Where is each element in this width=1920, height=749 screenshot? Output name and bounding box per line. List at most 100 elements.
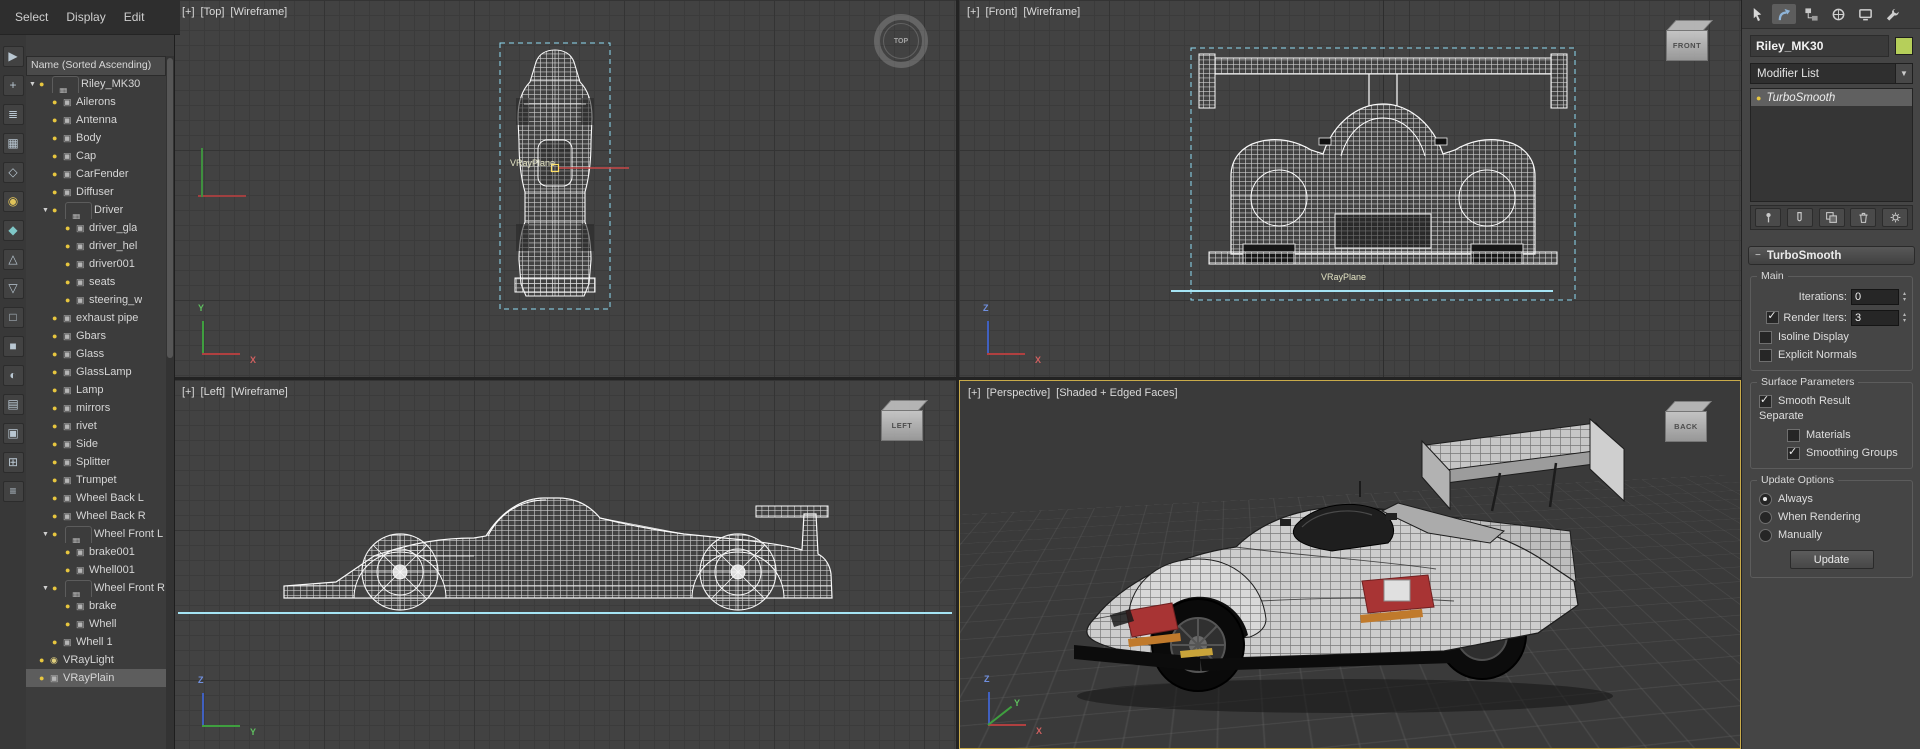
viewport-perspective[interactable]: [+] [Perspective] [Shaded + Edged Faces]… <box>959 380 1741 749</box>
sync-selection-icon[interactable]: + <box>2 75 24 96</box>
visibility-bulb-icon[interactable]: ● <box>65 619 76 629</box>
display-containers-icon[interactable]: ▣ <box>2 423 24 444</box>
visibility-bulb-icon[interactable]: ● <box>52 97 63 107</box>
visibility-bulb-icon[interactable]: ● <box>52 403 63 413</box>
pin-stack-icon[interactable] <box>1755 208 1781 227</box>
display-tab-icon[interactable] <box>1853 4 1877 24</box>
lock-cell-editing-icon[interactable]: ▶ <box>2 46 24 67</box>
display-hidden-icon[interactable]: ≡ <box>2 481 24 502</box>
make-unique-icon[interactable] <box>1818 208 1845 227</box>
update-button[interactable]: Update <box>1789 550 1874 569</box>
menu-select[interactable]: Select <box>6 6 57 28</box>
tree-item-wheel-back-r[interactable]: ▼●▣Wheel Back R <box>26 507 166 525</box>
expand-arrow-icon[interactable]: ▼ <box>42 207 52 214</box>
tree-item-wheel-back-l[interactable]: ▼●▣Wheel Back L <box>26 489 166 507</box>
object-name-field[interactable]: Riley_MK30 <box>1750 35 1889 57</box>
tree-item-glass[interactable]: ▼●▣Glass <box>26 345 166 363</box>
tree-item-vraylight[interactable]: ▼●◉VRayLight <box>26 651 166 669</box>
visibility-bulb-icon[interactable]: ● <box>52 367 63 377</box>
viewport-menu-plus[interactable]: [+] <box>967 6 980 18</box>
tree-item-glasslamp[interactable]: ▼●▣GlassLamp <box>26 363 166 381</box>
visibility-bulb-icon[interactable]: ● <box>52 313 63 323</box>
explorer-sort-header[interactable]: Name (Sorted Ascending) <box>26 56 166 76</box>
radio-icon[interactable] <box>1759 492 1772 506</box>
tree-item-lamp[interactable]: ▼●▣Lamp <box>26 381 166 399</box>
viewport-left[interactable]: [+] [Left] [Wireframe] LEFT Z Y <box>174 380 956 749</box>
modifier-turbosmooth[interactable]: ● TurboSmooth <box>1751 89 1912 106</box>
create-tab-icon[interactable] <box>1745 4 1769 24</box>
radio-icon[interactable] <box>1759 528 1772 542</box>
viewport-menu-view[interactable]: [Front] <box>986 6 1018 18</box>
display-xrefs-icon[interactable]: ■ <box>2 336 24 357</box>
viewcube-back-face[interactable]: BACK <box>1665 411 1707 442</box>
viewport-menu-plus[interactable]: [+] <box>182 386 195 398</box>
tree-item-antenna[interactable]: ▼●▣Antenna <box>26 111 166 129</box>
visibility-bulb-icon[interactable]: ● <box>52 421 63 431</box>
configure-modifier-sets-icon[interactable] <box>1882 208 1908 227</box>
viewcube[interactable]: BACK <box>1662 399 1712 443</box>
modify-tab-icon[interactable] <box>1772 4 1796 24</box>
tree-item-whell-1[interactable]: ▼●▣Whell 1 <box>26 633 166 651</box>
show-end-result-icon[interactable] <box>1786 208 1813 227</box>
visibility-bulb-icon[interactable]: ● <box>39 655 50 665</box>
tree-item-driver001[interactable]: ▼●▣driver001 <box>26 255 166 273</box>
viewport-menu-shading[interactable]: [Wireframe] <box>1023 6 1080 18</box>
viewport-menu-shading[interactable]: [Wireframe] <box>230 6 287 18</box>
visibility-bulb-icon[interactable]: ● <box>39 79 50 89</box>
render-iters-checkbox[interactable] <box>1766 309 1780 324</box>
viewcube-compass[interactable]: TOP <box>874 14 928 68</box>
expand-arrow-icon[interactable]: ▼ <box>42 531 52 538</box>
visibility-bulb-icon[interactable]: ● <box>65 277 76 287</box>
chevron-down-icon[interactable]: ▼ <box>1895 64 1912 83</box>
viewport-menu-shading[interactable]: [Shaded + Edged Faces] <box>1056 387 1177 399</box>
iterations-spinner[interactable]: ▴ ▾ <box>1903 291 1906 303</box>
visibility-bulb-icon[interactable]: ● <box>52 169 63 179</box>
tree-item-ailerons[interactable]: ▼●▣Ailerons <box>26 93 166 111</box>
visibility-bulb-icon[interactable]: ● <box>52 385 63 395</box>
menu-display[interactable]: Display <box>57 6 114 28</box>
visibility-bulb-icon[interactable]: ● <box>39 673 50 683</box>
tree-item-whell[interactable]: ▼●▣Whell <box>26 615 166 633</box>
display-shapes-icon[interactable]: ◇ <box>2 162 24 183</box>
display-materials-icon[interactable]: ◐ <box>2 365 24 386</box>
visibility-bulb-icon[interactable]: ● <box>52 187 63 197</box>
tree-item-driver-gla[interactable]: ▼●▣driver_gla <box>26 219 166 237</box>
remove-modifier-icon[interactable] <box>1850 208 1877 227</box>
visibility-bulb-icon[interactable]: ● <box>65 223 76 233</box>
display-cameras-icon[interactable]: ◆ <box>2 220 24 241</box>
tree-item-cap[interactable]: ▼●▣Cap <box>26 147 166 165</box>
tree-item-brake[interactable]: ▼●▣brake <box>26 597 166 615</box>
tree-item-diffuser[interactable]: ▼●▣Diffuser <box>26 183 166 201</box>
visibility-bulb-icon[interactable]: ● <box>65 601 76 611</box>
modifier-enabled-icon[interactable]: ● <box>1756 93 1761 103</box>
display-helpers-icon[interactable]: △ <box>2 249 24 270</box>
collapse-icon[interactable]: − <box>1755 250 1761 261</box>
explorer-scrollbar[interactable] <box>166 56 174 749</box>
viewcube[interactable]: LEFT <box>878 398 928 442</box>
tree-item-splitter[interactable]: ▼●▣Splitter <box>26 453 166 471</box>
display-geometry-icon[interactable]: ▦ <box>2 133 24 154</box>
render-iters-spinner[interactable]: ▴ ▾ <box>1903 312 1906 324</box>
visibility-bulb-icon[interactable]: ● <box>52 115 63 125</box>
tree-item-vrayplain[interactable]: ▼●▣VRayPlain <box>26 669 166 687</box>
motion-tab-icon[interactable] <box>1826 4 1850 24</box>
display-spacewarps-icon[interactable]: ▽ <box>2 278 24 299</box>
modifier-stack[interactable]: ● TurboSmooth <box>1750 88 1913 202</box>
viewport-front[interactable]: [+] [Front] [Wireframe] FRONT VRayPlane … <box>959 0 1741 377</box>
display-groups-icon[interactable]: □ <box>2 307 24 328</box>
visibility-bulb-icon[interactable]: ● <box>65 241 76 251</box>
tree-item-driver-hel[interactable]: ▼●▣driver_hel <box>26 237 166 255</box>
viewcube[interactable]: FRONT <box>1663 18 1713 62</box>
display-children-icon[interactable]: ≣ <box>2 104 24 125</box>
viewport-menu-plus[interactable]: [+] <box>182 6 195 18</box>
visibility-bulb-icon[interactable]: ● <box>65 259 76 269</box>
explicit-normals-checkbox[interactable] <box>1759 348 1772 362</box>
visibility-bulb-icon[interactable]: ● <box>52 349 63 359</box>
visibility-bulb-icon[interactable]: ● <box>52 475 63 485</box>
tree-item-whell001[interactable]: ▼●▣Whell001 <box>26 561 166 579</box>
tree-item-brake001[interactable]: ▼●▣brake001 <box>26 543 166 561</box>
tree-item-exhaust-pipe[interactable]: ▼●▣exhaust pipe <box>26 309 166 327</box>
visibility-bulb-icon[interactable]: ● <box>52 331 63 341</box>
visibility-bulb-icon[interactable]: ● <box>52 529 63 539</box>
display-frozen-icon[interactable]: ⊞ <box>2 452 24 473</box>
